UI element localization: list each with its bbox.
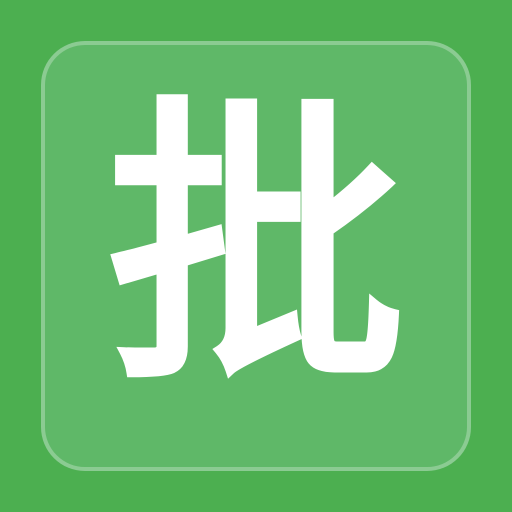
app-icon[interactable]: 批 bbox=[0, 0, 512, 512]
icon-tile: 批 bbox=[41, 41, 471, 471]
icon-character: 批 bbox=[106, 73, 406, 422]
